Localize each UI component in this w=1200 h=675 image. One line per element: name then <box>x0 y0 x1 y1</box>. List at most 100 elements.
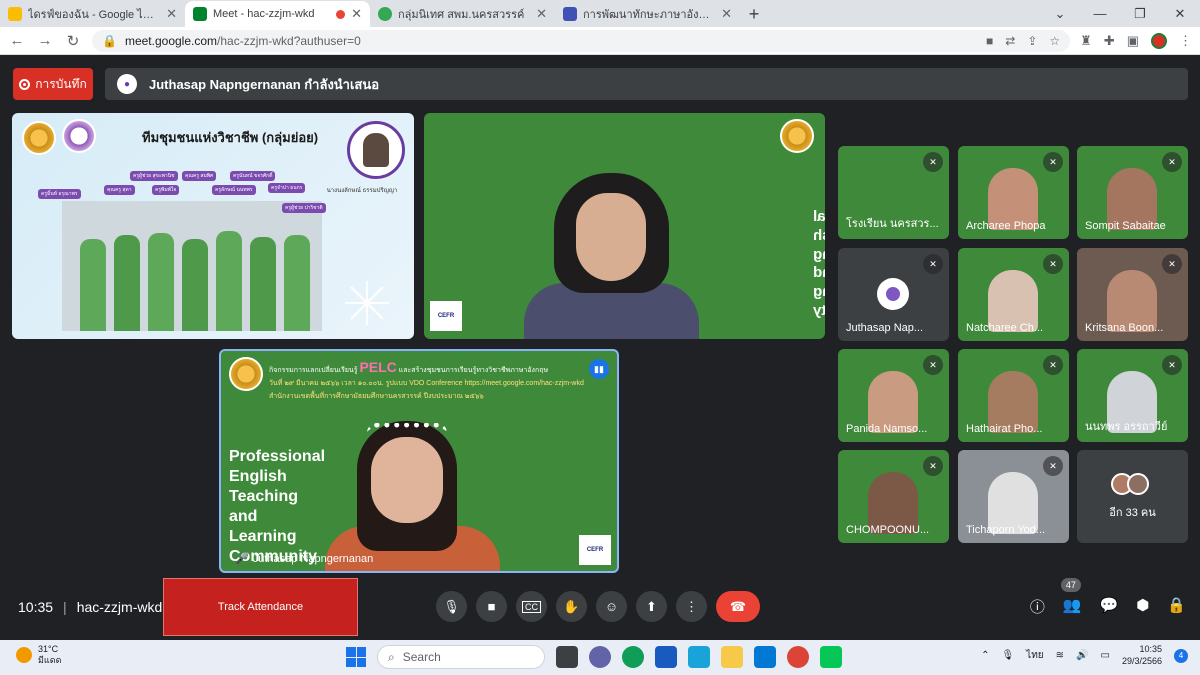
speaker-video <box>524 173 699 339</box>
tab-search-icon[interactable]: ⌄ <box>1040 0 1080 27</box>
url-host: meet.google.com <box>124 33 218 48</box>
side-panel-icon[interactable]: ▣ <box>1127 33 1139 49</box>
meeting-controls-bar: 10:35 | hac-zzjm-wkd Track Attendance 🎙 … <box>0 575 1200 640</box>
chrome-icon[interactable] <box>787 646 809 668</box>
menu-kebab-icon[interactable]: ⋮ <box>1179 33 1192 49</box>
participant-tile[interactable]: ✕ Panida Namso... <box>838 349 949 442</box>
translate-icon[interactable]: ⇄ <box>1005 34 1015 48</box>
school-seal-logo <box>229 357 263 391</box>
info-icon[interactable]: ⓘ <box>1030 596 1045 617</box>
close-tab-icon[interactable]: ✕ <box>351 6 362 22</box>
close-tab-icon[interactable]: ✕ <box>166 6 177 22</box>
participant-tile[interactable]: ✕ Archaree Phopa <box>958 146 1069 239</box>
browser-tab-active[interactable]: Meet - hac-zzjm-wkd ✕ <box>185 1 370 27</box>
lock-icon[interactable]: 🔒 <box>102 34 117 48</box>
office-seal-logo <box>62 119 96 153</box>
weather-widget[interactable]: 31°C มีแดด <box>16 644 61 666</box>
tab-title: กลุ่มนิเทศ สพม.นครสวรรค์ <box>398 9 525 21</box>
people-button[interactable]: 👥 47 <box>1060 578 1082 617</box>
mic-off-icon: ✕ <box>923 254 943 274</box>
teams-chat-icon[interactable] <box>589 646 611 668</box>
separator: | <box>63 599 67 615</box>
input-language[interactable]: ไทย <box>1026 648 1043 663</box>
mic-tray-icon[interactable]: 🎙 <box>1001 650 1014 661</box>
leave-call-button[interactable]: ☎ <box>716 591 760 622</box>
participant-name: CHOMPOONU... <box>846 524 930 536</box>
close-tab-icon[interactable]: ✕ <box>721 6 732 22</box>
restore-button[interactable]: ❐ <box>1120 0 1160 27</box>
mail-icon[interactable] <box>754 646 776 668</box>
presentation-tile[interactable]: ทีมชุมชนแห่งวิชาชีพ (กลุ่มย่อย) นางนงลัก… <box>12 113 414 339</box>
participant-tile[interactable]: ✕ Hathairat Pho... <box>958 349 1069 442</box>
line-icon[interactable] <box>820 646 842 668</box>
pelc-suffix: และสร้างชุมชนการเรียนรู้ทางวิชาชีพภาษาอั… <box>398 367 549 374</box>
participant-tile[interactable]: ✕ Natcharee Ch... <box>958 248 1069 341</box>
chevron-up-icon[interactable]: ⌃ <box>981 650 989 661</box>
raise-hand-button[interactable]: ✋ <box>556 591 587 622</box>
url-bar[interactable]: 🔒 meet.google.com/hac-zzjm-wkd?authuser=… <box>92 29 1071 52</box>
date-line: วันที่ ๒๙ มีนาคม ๒๕๖๖ เวลา ๑๐.๐๐น. รูปแบ… <box>269 380 584 387</box>
participant-tile[interactable]: ✕ Juthasap Nap... <box>838 248 949 341</box>
edge-icon[interactable] <box>622 646 644 668</box>
mic-off-icon: ✕ <box>923 152 943 172</box>
word-icon[interactable] <box>655 646 677 668</box>
pelc-label: PELC <box>359 359 397 375</box>
back-icon[interactable]: ← <box>8 32 26 49</box>
new-tab-button[interactable]: + <box>740 1 768 27</box>
volume-icon[interactable]: 🔊 <box>1076 650 1088 661</box>
windows-start-icon[interactable] <box>346 647 366 667</box>
present-now-button[interactable]: ⬆ <box>636 591 667 622</box>
app-l-icon[interactable] <box>688 646 710 668</box>
participant-tile[interactable]: ✕ นนทพร อรรถาวีย์ <box>1077 349 1188 442</box>
notification-badge[interactable]: 4 <box>1174 648 1188 663</box>
participant-name: Kritsana Boon... <box>1085 322 1164 334</box>
reactions-button[interactable]: ☺ <box>596 591 627 622</box>
participant-tile[interactable]: ✕ โรงเรียน นครสวร... <box>838 146 949 239</box>
participant-tile[interactable]: ✕ CHOMPOONU... <box>838 450 949 543</box>
share-icon[interactable]: ⇪ <box>1027 34 1037 48</box>
camera-in-use-icon[interactable]: ■ <box>986 34 993 48</box>
minimize-button[interactable]: — <box>1080 0 1120 27</box>
battery-icon[interactable]: ▭ <box>1101 650 1110 661</box>
more-participants-tile[interactable]: อีก 33 คน <box>1077 450 1188 543</box>
google-sites-icon <box>378 7 392 21</box>
participant-tile[interactable]: ✕ Sompit Sabaitae <box>1077 146 1188 239</box>
participant-name: Archaree Phopa <box>966 220 1046 232</box>
file-explorer-icon[interactable] <box>721 646 743 668</box>
host-controls-icon[interactable]: 🔒 <box>1167 596 1186 617</box>
activities-icon[interactable]: ⬢ <box>1136 596 1149 617</box>
captions-icon: CC <box>522 600 541 613</box>
title-line: Teaching <box>229 488 299 505</box>
cefr-logo: CEFR <box>579 535 611 565</box>
browser-tab[interactable]: การพัฒนาทักษะภาษาอังกฤษ English ✕ <box>555 1 740 27</box>
profile-avatar[interactable] <box>1151 32 1167 49</box>
speaker-video-tile[interactable]: Professional English Teaching and Learni… <box>424 113 825 339</box>
microphone-button[interactable]: 🎙 <box>436 591 467 622</box>
browser-tab-bar: ไดรฟ์ของฉัน - Google ไดรฟ์ ✕ Meet - hac-… <box>0 0 1200 27</box>
forward-icon[interactable]: → <box>36 32 54 49</box>
extension-icon[interactable]: ♜ <box>1080 33 1092 49</box>
task-view-icon[interactable] <box>556 646 578 668</box>
chat-icon[interactable]: 💬 <box>1100 596 1119 617</box>
browser-tab[interactable]: ไดรฟ์ของฉัน - Google ไดรฟ์ ✕ <box>0 1 185 27</box>
presenter-video-tile[interactable]: กิจกรรมการแลกเปลี่ยนเรียนรู้ PELC และสร้… <box>219 349 619 573</box>
camera-button[interactable]: ■ <box>476 591 507 622</box>
captions-button[interactable]: CC <box>516 591 547 622</box>
browser-tab[interactable]: กลุ่มนิเทศ สพม.นครสวรรค์ ✕ <box>370 1 555 27</box>
title-line: English <box>229 468 287 485</box>
track-attendance-button[interactable]: Track Attendance <box>163 578 358 636</box>
clock[interactable]: 10:35 29/3/2566 <box>1122 644 1162 667</box>
reload-icon[interactable]: ↻ <box>64 32 82 50</box>
wifi-icon[interactable]: ≋ <box>1056 650 1064 661</box>
close-tab-icon[interactable]: ✕ <box>536 6 547 22</box>
more-options-button[interactable]: ⋮ <box>676 591 707 622</box>
taskbar-search[interactable]: ⌕ Search <box>377 645 545 669</box>
puzzle-icon[interactable]: ✚ <box>1104 33 1115 49</box>
recording-button[interactable]: การบันทึก <box>13 68 93 100</box>
close-window-button[interactable]: ✕ <box>1160 0 1200 27</box>
participant-tile[interactable]: ✕ Kritsana Boon... <box>1077 248 1188 341</box>
hand-icon: ✋ <box>563 598 580 614</box>
participant-tile[interactable]: ✕ Tichaporn Yod... <box>958 450 1069 543</box>
mic-off-icon: ✕ <box>1043 456 1063 476</box>
bookmark-star-icon[interactable]: ☆ <box>1049 34 1060 48</box>
